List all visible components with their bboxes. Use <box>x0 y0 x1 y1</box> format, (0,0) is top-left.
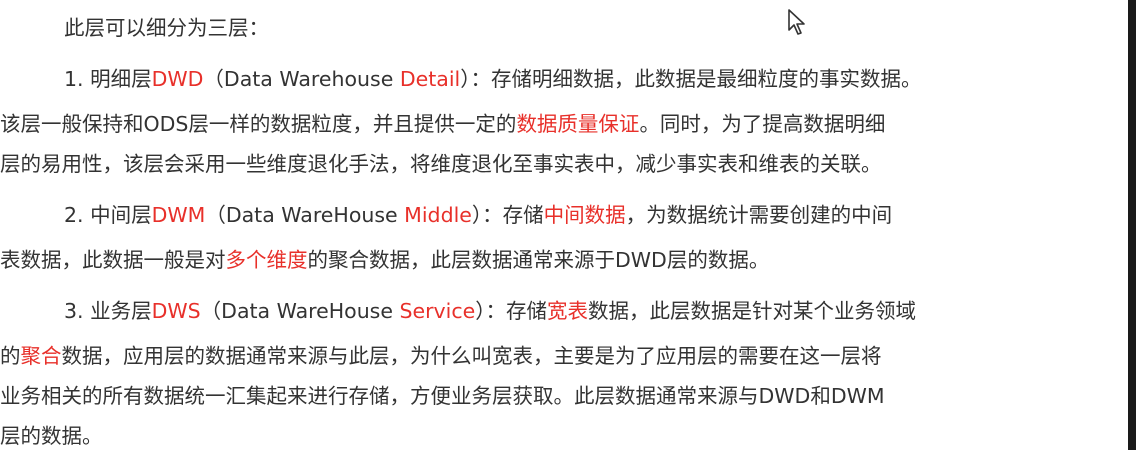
intro-text: 此层可以细分为三层： <box>64 16 269 40</box>
dwm-number-label: 2. 中间层 <box>64 203 152 227</box>
dwm-line-2: 表数据，此数据一般是对多个维度的聚合数据，此层数据通常来源于DWD层的数据。 <box>0 245 1128 275</box>
dwd-line-3: 层的易用性，该层会采用一些维度退化手法，将维度退化至事实表中，减少事实表和维表的… <box>0 149 1128 179</box>
dws-line-2: 的聚合数据，应用层的数据通常来源与此层，为什么叫宽表，主要是为了应用层的需要在这… <box>0 341 1128 371</box>
dws-desc-4: 层的数据。 <box>0 424 103 448</box>
dws-desc-2a: 的 <box>0 344 21 368</box>
dws-desc-1g: 数据，此层数据是针对某个业务领域 <box>588 299 917 323</box>
dws-line-4: 层的数据。 <box>0 421 1128 451</box>
dwd-desc-3: 层的易用性，该层会采用一些维度退化手法，将维度退化至事实表中，减少事实表和维表的… <box>0 152 882 176</box>
dwm-desc-2c: 的聚合数据，此层数据通常来源于DWD层的数据。 <box>307 248 770 272</box>
dwd-line-1: 1. 明细层DWD（Data Warehouse Detail）：存储明细数据，… <box>0 64 1136 94</box>
dwm-middle-word: Middle <box>404 203 472 227</box>
dws-line-1: 3. 业务层DWS（Data WareHouse Service）：存储宽表数据… <box>0 296 1136 326</box>
dwd-acronym: DWD <box>151 67 204 91</box>
dws-fullname-start: （Data WareHouse <box>200 299 400 323</box>
dwm-desc-2a: 表数据，此数据一般是对 <box>0 248 226 272</box>
dwm-middle-data-highlight: 中间数据 <box>543 203 626 227</box>
dwd-desc-2a: 该层一般保持和ODS层一样的数据粒度，并且提供一定的 <box>0 112 517 136</box>
dwm-desc-1g: ，为数据统计需要创建的中间 <box>625 203 893 227</box>
dws-desc-3: 业务相关的所有数据统一汇集起来进行存储，方便业务层获取。此层数据通常来源与DWD… <box>0 384 885 408</box>
dwd-quality-highlight: 数据质量保证 <box>516 112 640 136</box>
dws-desc-2c: 数据，应用层的数据通常来源与此层，为什么叫宽表，主要是为了应用层的需要在这一层将 <box>61 344 882 368</box>
dws-line-3: 业务相关的所有数据统一汇集起来进行存储，方便业务层获取。此层数据通常来源与DWD… <box>0 381 1128 411</box>
dwd-fullname-start: （Data Warehouse <box>203 67 400 91</box>
dwm-dimensions-highlight: 多个维度 <box>225 248 308 272</box>
mouse-pointer-icon <box>787 8 809 38</box>
window-edge-scrollbar[interactable] <box>1128 0 1136 450</box>
dws-service-word: Service <box>399 299 476 323</box>
dws-desc-1: ）：存储 <box>475 299 548 323</box>
dwm-desc-1: ）：存储 <box>471 203 544 227</box>
dws-aggregate-highlight: 聚合 <box>20 344 62 368</box>
dwd-detail-word: Detail <box>399 67 461 91</box>
intro-line: 此层可以细分为三层： <box>0 13 1136 43</box>
dws-number-label: 3. 业务层 <box>64 299 152 323</box>
dwd-line-2: 该层一般保持和ODS层一样的数据粒度，并且提供一定的数据质量保证。同时，为了提高… <box>0 109 1128 139</box>
dwd-desc-2c: 。同时，为了提高数据明细 <box>639 112 886 136</box>
dws-wide-table-highlight: 宽表 <box>547 299 589 323</box>
dwm-line-1: 2. 中间层DWM（Data WareHouse Middle）：存储中间数据，… <box>0 200 1136 230</box>
dwm-acronym: DWM <box>151 203 206 227</box>
dws-acronym: DWS <box>151 299 201 323</box>
dwm-fullname-start: （Data WareHouse <box>205 203 405 227</box>
dwd-desc-1: ）：存储明细数据，此数据是最细粒度的事实数据。 <box>460 67 922 91</box>
document-content: 此层可以细分为三层： 1. 明细层DWD（Data Warehouse Deta… <box>0 0 1128 450</box>
dwd-number-label: 1. 明细层 <box>64 67 152 91</box>
